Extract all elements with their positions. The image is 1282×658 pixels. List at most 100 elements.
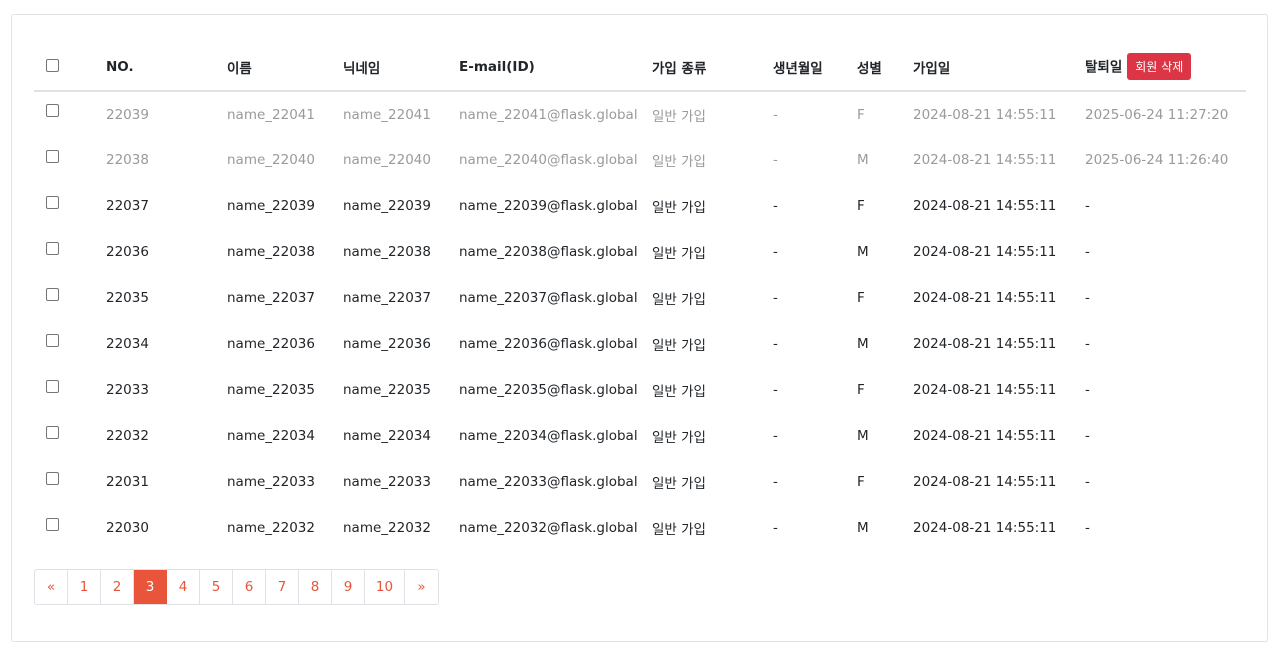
row-signup-type: 일반 가입: [652, 430, 706, 446]
row-no: 22036: [106, 244, 149, 260]
row-select-cell: [34, 275, 106, 321]
row-nickname: name_22036: [343, 336, 431, 352]
pagination-page-6[interactable]: 6: [233, 570, 266, 604]
row-birthdate: -: [773, 520, 778, 536]
row-name: name_22034: [227, 428, 315, 444]
row-name: name_22038: [227, 244, 315, 260]
table-row: 22036 name_22038 name_22038 name_22038@flas…: [34, 229, 1246, 275]
row-no: 22039: [106, 106, 149, 123]
row-select-cell: [34, 459, 106, 505]
header-birthdate: 생년월일: [773, 61, 823, 77]
row-select-cell: [34, 91, 106, 137]
row-birthdate: -: [773, 152, 778, 168]
row-birthdate: -: [773, 474, 778, 490]
row-withdrawal-date: -: [1085, 290, 1090, 306]
header-withdrawal-date: 탈퇴일: [1085, 59, 1123, 75]
row-nickname: name_22035: [343, 382, 431, 398]
row-select-cell: [34, 321, 106, 367]
delete-member-button[interactable]: 회원 삭제: [1127, 52, 1192, 80]
row-checkbox[interactable]: [46, 195, 59, 209]
row-no: 22034: [106, 336, 149, 352]
table-row: 22039 name_22041 name_22041 name_22041@flas…: [34, 91, 1246, 137]
row-birthdate: -: [773, 290, 778, 306]
row-nickname: name_22038: [343, 244, 431, 260]
row-checkbox[interactable]: [46, 333, 59, 347]
row-birthdate: -: [773, 336, 778, 352]
pagination-next-button[interactable]: »: [405, 570, 438, 604]
row-withdrawal-date: 2025-06-24 11:27:20: [1085, 106, 1229, 123]
row-email: name_22037@flask.global: [459, 290, 638, 306]
row-email: name_22041@flask.global: [459, 106, 638, 123]
table-body: 22039 name_22041 name_22041 name_22041@flas…: [34, 91, 1246, 551]
pagination-page-5[interactable]: 5: [200, 570, 233, 604]
row-checkbox[interactable]: [46, 149, 59, 163]
row-no: 22031: [106, 474, 149, 490]
row-checkbox[interactable]: [46, 379, 59, 393]
row-email: name_22034@flask.global: [459, 428, 638, 444]
pagination-page-4[interactable]: 4: [167, 570, 200, 604]
row-name: name_22041: [227, 106, 315, 123]
header-joined-date: 가입일: [913, 61, 951, 77]
table-header-row: NO. 이름 닉네임 E-mail(ID) 가입 종류 생년월일 성별 가입일 …: [34, 44, 1246, 91]
row-no: 22037: [106, 198, 149, 214]
pagination-page-8[interactable]: 8: [299, 570, 332, 604]
row-joined-date: 2024-08-21 14:55:11: [913, 152, 1057, 168]
row-joined-date: 2024-08-21 14:55:11: [913, 382, 1057, 398]
row-nickname: name_22040: [343, 152, 431, 168]
member-list-card: NO. 이름 닉네임 E-mail(ID) 가입 종류 생년월일 성별 가입일 …: [11, 14, 1268, 642]
row-no: 22033: [106, 382, 149, 398]
pagination-page-3[interactable]: 3: [134, 570, 167, 604]
row-checkbox[interactable]: [46, 425, 59, 439]
row-nickname: name_22037: [343, 290, 431, 306]
row-gender: F: [857, 106, 865, 123]
table-row: 22031 name_22033 name_22033 name_22033@flas…: [34, 459, 1246, 505]
row-no: 22035: [106, 290, 149, 306]
header-name: 이름: [227, 61, 252, 77]
row-birthdate: -: [773, 198, 778, 214]
row-no: 22038: [106, 152, 149, 168]
row-withdrawal-date: -: [1085, 336, 1090, 352]
pagination-page-9[interactable]: 9: [332, 570, 365, 604]
header-gender: 성별: [857, 61, 882, 77]
header-withdrawal-date-cell: 탈퇴일 회원 삭제: [1085, 44, 1246, 91]
row-name: name_22035: [227, 382, 315, 398]
row-gender: M: [857, 428, 869, 444]
row-signup-type: 일반 가입: [652, 338, 706, 354]
row-no: 22030: [106, 520, 149, 536]
row-name: name_22036: [227, 336, 315, 352]
pagination-prev-button[interactable]: «: [35, 570, 68, 604]
row-nickname: name_22033: [343, 474, 431, 490]
pagination-page-10[interactable]: 10: [365, 570, 405, 604]
row-joined-date: 2024-08-21 14:55:11: [913, 428, 1057, 444]
row-checkbox[interactable]: [46, 241, 59, 255]
row-checkbox[interactable]: [46, 287, 59, 301]
pagination-page-1[interactable]: 1: [68, 570, 101, 604]
row-gender: F: [857, 474, 865, 490]
row-checkbox[interactable]: [46, 471, 59, 485]
row-checkbox[interactable]: [46, 517, 59, 531]
row-nickname: name_22032: [343, 520, 431, 536]
row-name: name_22037: [227, 290, 315, 306]
row-signup-type: 일반 가입: [652, 108, 706, 125]
pagination: «1 2 3 4 5 6 7 8 9 10»: [34, 569, 439, 605]
row-name: name_22032: [227, 520, 315, 536]
row-signup-type: 일반 가입: [652, 200, 706, 216]
row-birthdate: -: [773, 428, 778, 444]
row-checkbox[interactable]: [46, 104, 59, 117]
row-select-cell: [34, 367, 106, 413]
row-email: name_22032@flask.global: [459, 520, 638, 536]
table-row: 22034 name_22036 name_22036 name_22036@flas…: [34, 321, 1246, 367]
pagination-page-7[interactable]: 7: [266, 570, 299, 604]
select-all-checkbox[interactable]: [46, 58, 59, 72]
row-signup-type: 일반 가입: [652, 154, 706, 170]
row-joined-date: 2024-08-21 14:55:11: [913, 336, 1057, 352]
row-withdrawal-date: -: [1085, 198, 1090, 214]
row-withdrawal-date: -: [1085, 474, 1090, 490]
pagination-page-2[interactable]: 2: [101, 570, 134, 604]
table-row: 22030 name_22032 name_22032 name_22032@flas…: [34, 505, 1246, 551]
row-email: name_22039@flask.global: [459, 198, 638, 214]
header-email: E-mail(ID): [459, 59, 535, 75]
row-withdrawal-date: -: [1085, 428, 1090, 444]
row-withdrawal-date: -: [1085, 382, 1090, 398]
row-signup-type: 일반 가입: [652, 476, 706, 492]
